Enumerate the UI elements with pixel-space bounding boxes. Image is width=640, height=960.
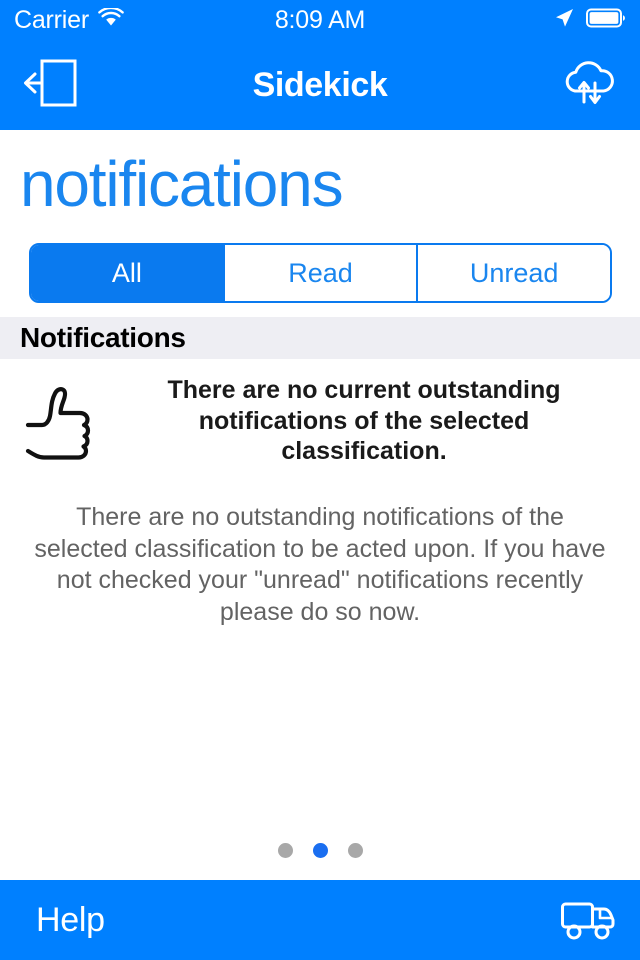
empty-state-body: There are no outstanding notifications o… xyxy=(34,503,606,626)
app-screen: Carrier 8:09 AM Sidekick notifications A… xyxy=(0,0,640,960)
segment-unread[interactable]: Unread xyxy=(418,245,610,301)
status-bar-right xyxy=(365,7,626,34)
empty-state-headline: There are no current outstanding notific… xyxy=(167,376,561,465)
segment-read[interactable]: Read xyxy=(224,245,419,301)
bottom-toolbar: Help xyxy=(0,880,640,960)
navigation-bar: Sidekick xyxy=(0,40,640,130)
empty-state: There are no current outstanding notific… xyxy=(0,359,640,628)
delivery-truck-icon xyxy=(561,902,615,940)
wifi-icon xyxy=(98,6,124,32)
page-heading: notifications xyxy=(0,130,640,238)
section-header-label: Notifications xyxy=(20,322,186,353)
page-title: Sidekick xyxy=(252,65,388,104)
notification-filter-segmented-control[interactable]: All Read Unread xyxy=(29,243,612,303)
page-dot-1[interactable] xyxy=(277,843,293,858)
cloud-sync-button[interactable] xyxy=(538,57,618,114)
thumbs-up-icon xyxy=(16,375,102,468)
help-button[interactable]: Help xyxy=(36,901,560,940)
section-header: Notifications xyxy=(0,317,640,359)
status-bar-left: Carrier xyxy=(14,5,275,34)
exit-left-arrow-icon xyxy=(22,58,78,113)
page-dot-3[interactable] xyxy=(347,843,363,858)
battery-icon xyxy=(586,8,626,33)
clock-label: 8:09 AM xyxy=(274,5,366,34)
page-heading-text: notifications xyxy=(20,148,344,220)
page-indicator[interactable] xyxy=(0,843,640,858)
delivery-truck-button[interactable] xyxy=(560,898,616,942)
cloud-sync-icon xyxy=(560,57,618,114)
page-dot-2[interactable] xyxy=(312,843,328,858)
segment-all[interactable]: All xyxy=(31,245,225,301)
back-button[interactable] xyxy=(22,58,102,113)
empty-state-headline-row: There are no current outstanding notific… xyxy=(0,359,640,468)
status-bar-center: 8:09 AM xyxy=(274,5,366,34)
status-bar: Carrier 8:09 AM xyxy=(0,0,640,40)
carrier-label: Carrier xyxy=(14,5,89,34)
location-arrow-icon xyxy=(553,7,575,34)
